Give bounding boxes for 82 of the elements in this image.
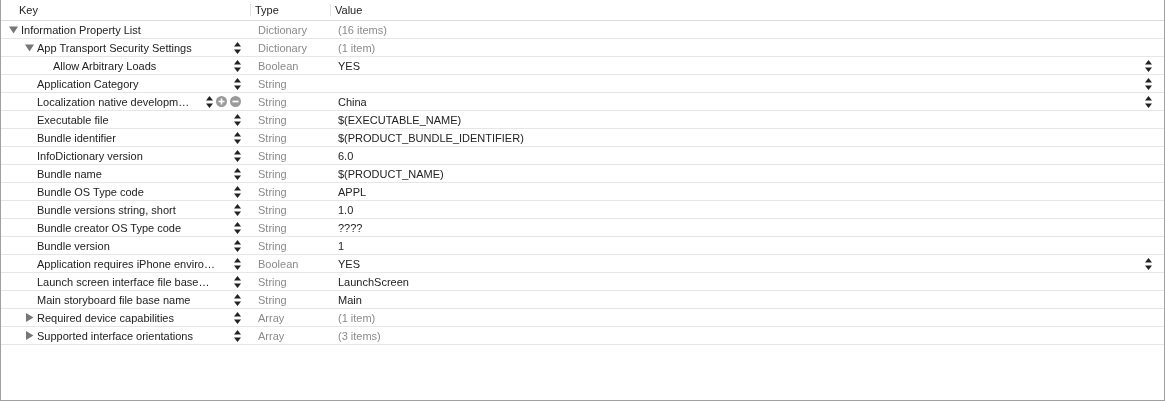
key-text: Bundle version — [37, 239, 111, 252]
type-text: Dictionary — [258, 41, 307, 54]
key-text: Bundle creator OS Type code — [37, 221, 183, 234]
type-column-header[interactable]: Type — [251, 4, 331, 16]
type-text: String — [258, 149, 287, 162]
value-text: APPL — [338, 185, 368, 198]
remove-icon[interactable] — [230, 96, 241, 107]
key-stepper-icon[interactable] — [234, 167, 241, 180]
type-text: String — [258, 293, 287, 306]
value-text: (1 item) — [338, 311, 377, 324]
key-text: Allow Arbitrary Loads — [53, 59, 158, 72]
key-text: Bundle name — [37, 167, 103, 180]
key-stepper-icon[interactable] — [234, 131, 241, 144]
value-text: LaunchScreen — [338, 275, 410, 288]
type-text: Boolean — [258, 59, 299, 72]
key-stepper-icon[interactable] — [234, 41, 241, 54]
key-text: Bundle identifier — [37, 131, 117, 144]
value-stepper-icon[interactable] — [1145, 77, 1152, 90]
key-text: Bundle versions string, short — [37, 203, 177, 216]
type-text: String — [258, 275, 287, 288]
type-text: String — [258, 167, 287, 180]
key-text: Supported interface orientations — [37, 329, 194, 342]
key-stepper-icon[interactable] — [234, 113, 241, 126]
key-text: Information Property List — [21, 23, 142, 36]
value-text: YES — [338, 257, 361, 270]
type-text: String — [258, 77, 287, 90]
value-column-header[interactable]: Value — [331, 4, 363, 16]
disclosure-triangle-icon[interactable] — [25, 43, 34, 52]
type-text: String — [258, 221, 287, 234]
value-text: $(PRODUCT_NAME) — [338, 167, 445, 180]
type-text: Dictionary — [258, 23, 307, 36]
value-text: YES — [338, 59, 361, 72]
key-stepper-icon[interactable] — [234, 77, 241, 90]
key-text: Localization native developm… — [37, 95, 191, 108]
type-text: String — [258, 185, 287, 198]
key-column-header[interactable]: Key — [1, 4, 251, 16]
key-stepper-icon[interactable] — [234, 311, 241, 324]
key-stepper-icon[interactable] — [234, 221, 241, 234]
type-text: Array — [258, 311, 285, 324]
value-text: China — [338, 95, 368, 108]
key-stepper-icon[interactable] — [234, 149, 241, 162]
key-stepper-icon[interactable] — [234, 293, 241, 306]
type-text: String — [258, 239, 287, 252]
key-stepper-icon[interactable] — [234, 203, 241, 216]
value-text: (1 item) — [338, 41, 377, 54]
key-stepper-icon[interactable] — [234, 185, 241, 198]
type-text: String — [258, 203, 287, 216]
disclosure-triangle-icon[interactable] — [9, 25, 18, 34]
type-text: String — [258, 95, 287, 108]
key-text: App Transport Security Settings — [37, 41, 193, 54]
key-text: Required device capabilities — [37, 311, 175, 324]
key-text: InfoDictionary version — [37, 149, 144, 162]
value-stepper-icon[interactable] — [1145, 59, 1152, 72]
value-stepper-icon[interactable] — [1145, 95, 1152, 108]
key-text: Executable file — [37, 113, 110, 126]
key-text: Launch screen interface file base… — [37, 275, 211, 288]
value-text: 6.0 — [338, 149, 355, 162]
type-text: Boolean — [258, 257, 299, 270]
value-stepper-icon[interactable] — [1145, 257, 1152, 270]
disclosure-triangle-icon[interactable] — [25, 331, 34, 340]
value-text: Main — [338, 293, 363, 306]
key-stepper-icon[interactable] — [234, 257, 241, 270]
value-text: $(EXECUTABLE_NAME) — [338, 113, 463, 126]
type-text: Array — [258, 329, 285, 342]
disclosure-triangle-icon[interactable] — [25, 313, 34, 322]
value-text: (16 items) — [338, 23, 388, 36]
key-text: Application Category — [37, 77, 140, 90]
value-text: $(PRODUCT_BUNDLE_IDENTIFIER) — [338, 131, 525, 144]
value-text: 1 — [338, 239, 346, 252]
type-text: String — [258, 131, 287, 144]
type-text: String — [258, 113, 287, 126]
key-stepper-icon[interactable] — [234, 59, 241, 72]
key-text: Bundle OS Type code — [37, 185, 145, 198]
key-stepper-icon[interactable] — [206, 95, 213, 108]
value-text: ???? — [338, 221, 364, 234]
key-text: Main storyboard file base name — [37, 293, 192, 306]
key-text: Application requires iPhone enviro… — [37, 257, 216, 270]
key-stepper-icon[interactable] — [234, 275, 241, 288]
key-stepper-icon[interactable] — [234, 329, 241, 342]
key-stepper-icon[interactable] — [234, 239, 241, 252]
value-text: (3 items) — [338, 329, 382, 342]
value-text: 1.0 — [338, 203, 355, 216]
